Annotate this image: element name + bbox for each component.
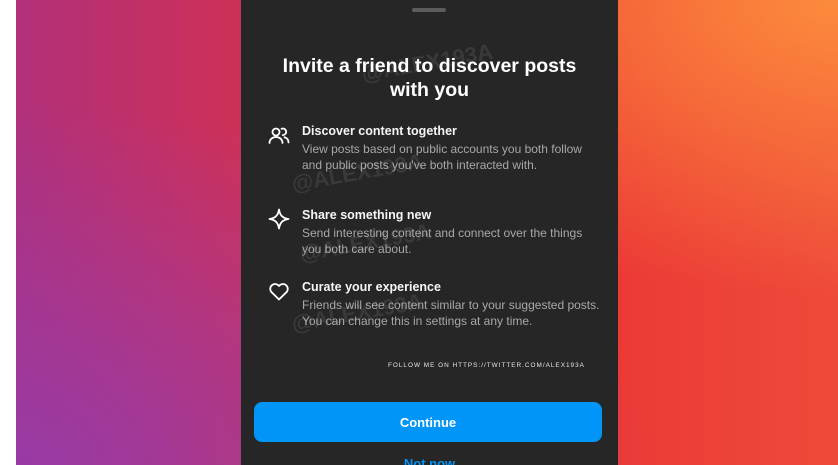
sheet-title: Invite a friend to discover posts with y… (241, 54, 618, 102)
people-icon (267, 123, 291, 147)
feature-heading: Discover content together (302, 124, 457, 138)
drag-handle[interactable] (412, 8, 446, 12)
sparkle-icon (267, 207, 291, 231)
sheet-title-line-1: Invite a friend to discover posts (282, 55, 577, 77)
heart-icon (267, 279, 291, 303)
not-now-button[interactable]: Not now (241, 456, 618, 465)
feature-description: Send interesting content and connect ove… (302, 226, 583, 256)
continue-button[interactable]: Continue (254, 402, 602, 442)
feature-heading: Curate your experience (302, 280, 441, 294)
watermark-follow-text: FOLLOW ME ON HTTPS://TWITTER.COM/ALEX193… (388, 362, 585, 369)
feature-description: View posts based on public accounts you … (302, 142, 582, 172)
feature-heading: Share something new (302, 208, 432, 222)
sheet-title-line-2: with you (389, 79, 470, 101)
feature-description: Friends will see content similar to your… (302, 298, 600, 328)
invite-friend-bottom-sheet: Invite a friend to discover posts with y… (241, 0, 618, 465)
